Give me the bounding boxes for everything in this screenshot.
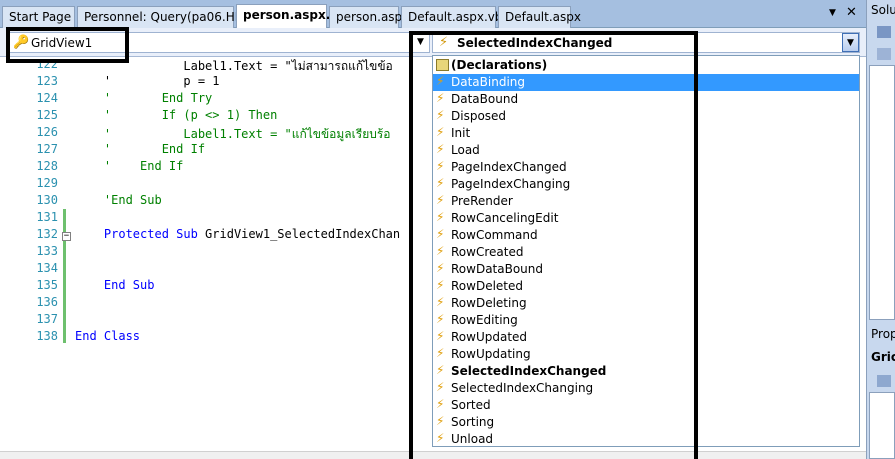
code-line[interactable]: 'End Sub xyxy=(75,193,162,207)
close-document-icon[interactable]: ✕ xyxy=(846,5,857,20)
code-line[interactable]: End Sub xyxy=(75,278,155,292)
properties-title[interactable]: Prop xyxy=(871,327,895,341)
line-number: 127 xyxy=(36,142,58,156)
line-number: 138 xyxy=(36,329,58,343)
code-line[interactable]: ' End If xyxy=(75,159,183,173)
line-number: 128 xyxy=(36,159,58,173)
line-number: 134 xyxy=(36,261,58,275)
changed-lines-bar xyxy=(63,209,66,343)
toolbar-icon[interactable] xyxy=(877,26,891,38)
annotation-box-object xyxy=(6,27,129,63)
line-number: 126 xyxy=(36,125,58,139)
code-line[interactable]: ' If (p <> 1) Then xyxy=(75,108,277,122)
collapse-icon[interactable]: − xyxy=(62,232,71,241)
code-line[interactable]: ' End Try xyxy=(75,91,212,105)
toolbar-icon[interactable] xyxy=(877,48,891,60)
line-number: 131 xyxy=(36,210,58,224)
right-side-panel: Solu Prop Gric xyxy=(866,0,895,459)
properties-toolbar-icon[interactable] xyxy=(877,375,891,387)
code-line[interactable]: Protected Sub GridView1_SelectedIndexCha… xyxy=(75,227,400,241)
solution-tree[interactable] xyxy=(869,65,895,320)
properties-grid[interactable] xyxy=(869,392,895,459)
tab-default-aspx-vb[interactable]: Default.aspx.vb xyxy=(401,6,503,28)
line-number: 133 xyxy=(36,244,58,258)
tab-list-dropdown-icon[interactable]: ▼ xyxy=(829,8,836,18)
tab-person-aspx[interactable]: person.aspx xyxy=(329,6,409,28)
line-number: 136 xyxy=(36,295,58,309)
line-number: 124 xyxy=(36,91,58,105)
chevron-down-icon[interactable]: ▼ xyxy=(842,33,859,52)
annotation-box-events xyxy=(409,31,698,459)
line-number: 135 xyxy=(36,278,58,292)
line-number: 125 xyxy=(36,108,58,122)
line-number: 123 xyxy=(36,74,58,88)
code-line[interactable]: ' p = 1 xyxy=(75,74,220,88)
code-line[interactable]: ' End If xyxy=(75,142,205,156)
tab-person-aspx-vb[interactable]: person.aspx.vb xyxy=(236,4,347,28)
line-number: 129 xyxy=(36,176,58,190)
code-line[interactable]: End Class xyxy=(75,329,140,343)
line-number: 130 xyxy=(36,193,58,207)
tab-start-page[interactable]: Start Page xyxy=(2,6,75,28)
document-tab-strip: Start Page Personnel: Query(pa06.HR) per… xyxy=(0,0,866,28)
line-number: 132 xyxy=(36,227,58,241)
tab-personnel-query[interactable]: Personnel: Query(pa06.HR) xyxy=(77,6,248,28)
tab-default-aspx[interactable]: Default.aspx xyxy=(498,6,581,28)
solution-explorer-title[interactable]: Solu xyxy=(871,3,895,17)
line-number: 137 xyxy=(36,312,58,326)
properties-object[interactable]: Gric xyxy=(871,350,895,364)
